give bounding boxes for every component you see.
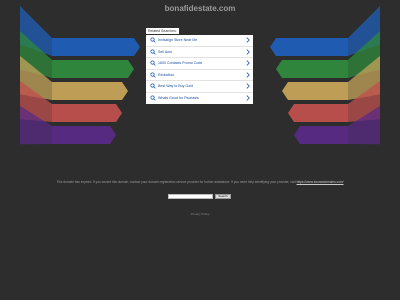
search-button[interactable]: Search <box>215 194 231 199</box>
related-link[interactable]: Whats Good for Psoriasis <box>146 93 253 105</box>
search-icon <box>150 60 156 66</box>
left-wing-arrow <box>52 38 140 56</box>
chevron-right-icon <box>246 83 250 89</box>
provider-lookup-link[interactable]: https://www.tucowsdomains.com/ <box>297 180 344 184</box>
privacy-policy-link[interactable]: Privacy Policy <box>0 212 400 216</box>
right-wing-arrow <box>294 126 348 144</box>
search-icon <box>150 37 156 43</box>
related-link-label[interactable]: Sell Auto <box>158 49 246 55</box>
search-icon <box>150 95 156 101</box>
expired-domain-notice-text: This domain has expired. If you owned th… <box>56 180 296 184</box>
related-link[interactable]: 1800 Contacts Promo Code <box>146 58 253 70</box>
search-icon <box>150 49 156 55</box>
related-link-label[interactable]: Best Way to Buy Gold <box>158 83 246 89</box>
search-icon <box>150 72 156 78</box>
chevron-right-icon <box>246 72 250 78</box>
related-link-label[interactable]: Reduction <box>158 72 246 78</box>
left-wing-arrow <box>52 82 128 100</box>
related-link-label[interactable]: Invisalign Store Near Me <box>158 37 246 43</box>
related-link-label[interactable]: Whats Good for Psoriasis <box>158 95 246 101</box>
chevron-right-icon <box>246 49 250 55</box>
right-wing-arrow <box>270 38 348 56</box>
related-link[interactable]: Reduction <box>146 70 253 81</box>
search-form: Search <box>168 194 231 199</box>
expired-domain-notice: This domain has expired. If you owned th… <box>0 180 400 185</box>
chevron-right-icon <box>246 60 250 66</box>
left-wing-arrow <box>52 60 134 78</box>
search-icon <box>150 83 156 89</box>
related-link[interactable]: Invisalign Store Near Me <box>146 35 253 47</box>
chevron-right-icon <box>246 95 250 101</box>
site-title: bonafidestate.com <box>164 4 236 13</box>
left-wing-arrow <box>52 126 116 144</box>
parked-domain-page: bonafidestate.com Related Searches: Invi… <box>0 0 400 300</box>
related-link[interactable]: Best Way to Buy Gold <box>146 81 253 93</box>
related-link-label[interactable]: 1800 Contacts Promo Code <box>158 60 246 66</box>
related-searches-label: Related Searches: <box>146 28 179 34</box>
right-wing-arrow <box>282 82 348 100</box>
left-wing-arrow <box>52 104 122 122</box>
related-links-panel: Invisalign Store Near Me Sell Auto 1800 … <box>146 35 253 104</box>
chevron-right-icon <box>246 37 250 43</box>
right-wing-arrow <box>288 104 348 122</box>
related-link[interactable]: Sell Auto <box>146 47 253 58</box>
right-wing-arrow <box>276 60 348 78</box>
search-input[interactable] <box>168 194 213 199</box>
